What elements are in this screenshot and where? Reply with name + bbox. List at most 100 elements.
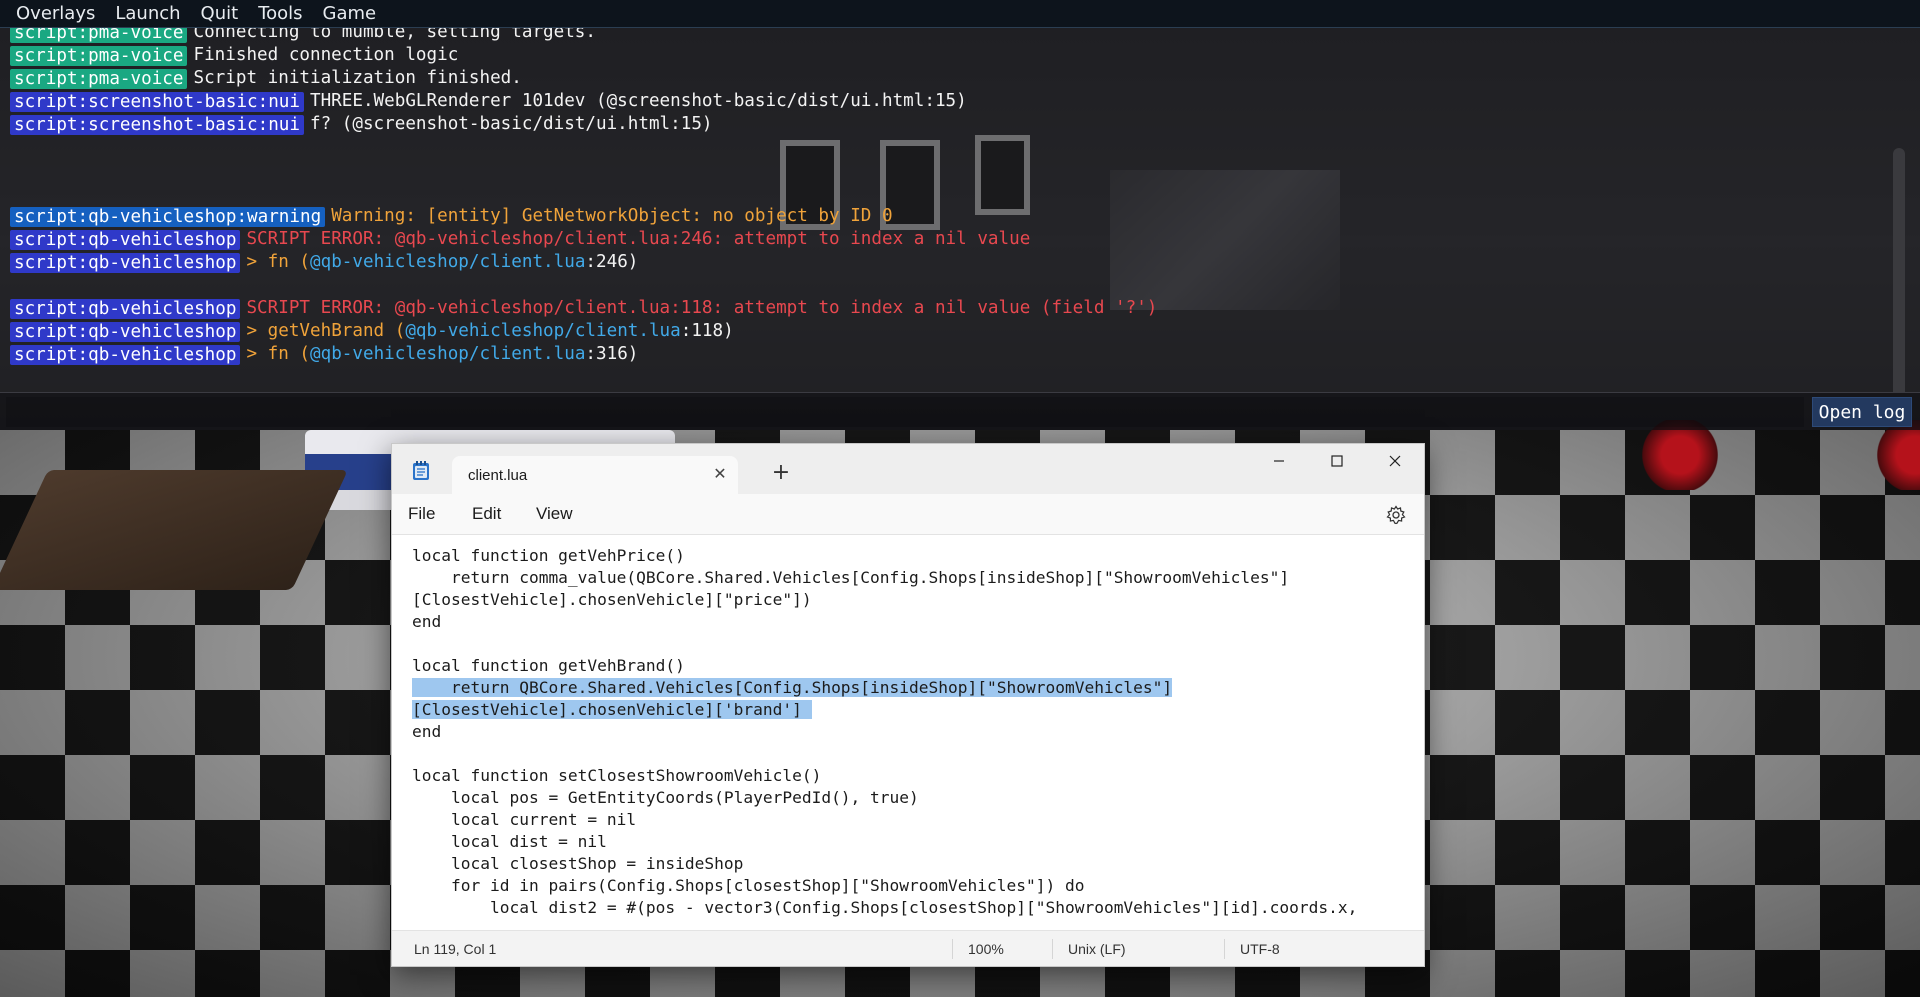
minimize-icon (1274, 460, 1284, 462)
new-tab-button[interactable]: + (764, 458, 798, 488)
log-source-tag: script:screenshot-basic:nui (10, 91, 304, 112)
console-log-list: script:pma-voice Connecting to mumble, se… (10, 28, 1890, 366)
log-source-tag: script:pma-voice (10, 45, 188, 66)
notepad-menubar: File Edit View (392, 494, 1424, 534)
log-message: :316) (585, 344, 639, 364)
console-log-line: script:qb-vehicleshop > getVehBrand (@qb-… (10, 320, 1890, 343)
maximize-button[interactable] (1308, 444, 1366, 478)
selected-code-text: return QBCore.Shared.Vehicles[Config.Sho… (412, 678, 1173, 697)
code-line: return QBCore.Shared.Vehicles[Config.Sho… (412, 677, 1357, 699)
leather-bench (0, 470, 348, 590)
code-text: local function getVehPrice() (412, 546, 685, 565)
motorcycle (1640, 420, 1720, 490)
console-scrollbar[interactable] (1893, 148, 1905, 392)
log-source-tag: script:qb-vehicleshop (10, 229, 241, 250)
text-editor-area[interactable]: local function getVehPrice() return comm… (392, 534, 1424, 930)
console-log-line: script:qb-vehicleshop SCRIPT ERROR: @qb-v… (10, 228, 1890, 251)
notepad-titlebar: client.lua ✕ + (392, 444, 1424, 494)
code-text: local closestShop = insideShop (412, 854, 744, 873)
console-log-line: script:qb-vehicleshop:warning Warning: [e… (10, 205, 1890, 228)
code-text: local dist = nil (412, 832, 607, 851)
status-separator (952, 939, 953, 959)
motorcycle (1875, 420, 1920, 490)
console-log-line (10, 274, 1890, 297)
minimize-button[interactable] (1250, 444, 1308, 478)
log-file-link[interactable]: @qb-vehicleshop/client.lua (310, 343, 585, 366)
console-log-line: script:qb-vehicleshop SCRIPT ERROR: @qb-v… (10, 297, 1890, 320)
log-message: Warning: [entity] GetNetworkObject: no o… (331, 206, 893, 226)
code-line: local current = nil (412, 809, 1357, 831)
code-line: local dist = nil (412, 831, 1357, 853)
menu-file[interactable]: File (408, 504, 435, 524)
code-line: local dist2 = #(pos - vector3(Config.Sho… (412, 897, 1357, 919)
log-source-tag: script:pma-voice (10, 28, 188, 43)
notepad-app-icon (413, 461, 429, 480)
code-line: [ClosestVehicle].chosenVehicle]['brand'] (412, 699, 1357, 721)
code-text: local function setClosestShowroomVehicle… (412, 766, 822, 785)
log-source-tag: script:qb-vehicleshop:warning (10, 206, 326, 227)
zoom-level[interactable]: 100% (968, 941, 1004, 957)
close-tab-icon[interactable]: ✕ (710, 465, 730, 485)
console-log-line (10, 182, 1890, 205)
code-line: local function getVehBrand() (412, 655, 1357, 677)
console-log-line: script:qb-vehicleshop > fn (@qb-vehiclesh… (10, 343, 1890, 366)
log-source-tag: script:qb-vehicleshop (10, 252, 241, 273)
console-log-line (10, 159, 1890, 182)
cursor-position: Ln 119, Col 1 (414, 941, 497, 957)
menu-game[interactable]: Game (313, 0, 387, 28)
log-message: Script initialization finished. (193, 68, 522, 88)
log-source-tag: script:pma-voice (10, 68, 188, 89)
gear-icon[interactable] (1386, 505, 1406, 525)
open-log-button[interactable]: Open log (1812, 397, 1912, 427)
console-log-line: script:screenshot-basic:nui THREE.WebGLRe… (10, 90, 1890, 113)
notepad-statusbar: Ln 119, Col 1 100% Unix (LF) UTF-8 (392, 930, 1424, 966)
console-log-line: script:qb-vehicleshop > fn (@qb-vehiclesh… (10, 251, 1890, 274)
log-file-link[interactable]: @qb-vehicleshop/client.lua (310, 251, 585, 274)
console-log-line (10, 136, 1890, 159)
log-message: > getVehBrand ( (246, 321, 406, 341)
log-file-link[interactable]: @qb-vehicleshop/client.lua (405, 320, 680, 343)
console-log-line: script:pma-voice Finished connection logi… (10, 44, 1890, 67)
console-command-input[interactable] (6, 397, 1804, 427)
log-message: f? (@screenshot-basic/dist/ui.html:15) (310, 114, 713, 134)
line-ending[interactable]: Unix (LF) (1068, 941, 1126, 957)
code-text: local function getVehBrand() (412, 656, 685, 675)
menu-tools[interactable]: Tools (248, 0, 312, 28)
menu-overlays[interactable]: Overlays (6, 0, 105, 28)
code-line: end (412, 611, 1357, 633)
status-separator (1052, 939, 1053, 959)
file-encoding[interactable]: UTF-8 (1240, 941, 1280, 957)
notepad-window: client.lua ✕ + File Edit View local func… (391, 443, 1425, 967)
close-window-button[interactable] (1366, 444, 1424, 478)
menu-edit[interactable]: Edit (472, 504, 501, 524)
console-output: script:pma-voice Connecting to mumble, se… (0, 28, 1920, 392)
console-menubar: Overlays Launch Quit Tools Game (0, 0, 1920, 28)
log-source-tag: script:qb-vehicleshop (10, 298, 241, 319)
log-message: Connecting to mumble, setting targets. (193, 28, 596, 42)
tab-title: client.lua (468, 467, 528, 484)
code-text: [ClosestVehicle].chosenVehicle]["price"]… (412, 590, 812, 609)
log-source-tag: script:qb-vehicleshop (10, 344, 241, 365)
menu-quit[interactable]: Quit (191, 0, 249, 28)
menu-launch[interactable]: Launch (105, 0, 190, 28)
close-icon (1389, 455, 1401, 467)
code-line: local function setClosestShowroomVehicle… (412, 765, 1357, 787)
tab-client-lua[interactable]: client.lua ✕ (452, 456, 738, 494)
code-line: [ClosestVehicle].chosenVehicle]["price"]… (412, 589, 1357, 611)
code-text: local pos = GetEntityCoords(PlayerPedId(… (412, 788, 919, 807)
status-separator (1224, 939, 1225, 959)
code-text: end (412, 612, 442, 631)
code-line: local closestShop = insideShop (412, 853, 1357, 875)
log-message: > fn ( (246, 344, 311, 364)
console-input-row: Open log (0, 392, 1920, 430)
menu-view[interactable]: View (536, 504, 573, 524)
log-message: :118) (680, 321, 734, 341)
code-line: end (412, 721, 1357, 743)
code-line: local pos = GetEntityCoords(PlayerPedId(… (412, 787, 1357, 809)
code-text: for id in pairs(Config.Shops[closestShop… (412, 876, 1085, 895)
code-text: local dist2 = #(pos - vector3(Config.Sho… (412, 898, 1358, 917)
code-line: for id in pairs(Config.Shops[closestShop… (412, 875, 1357, 897)
console-log-line: script:pma-voice Script initialization fi… (10, 67, 1890, 90)
